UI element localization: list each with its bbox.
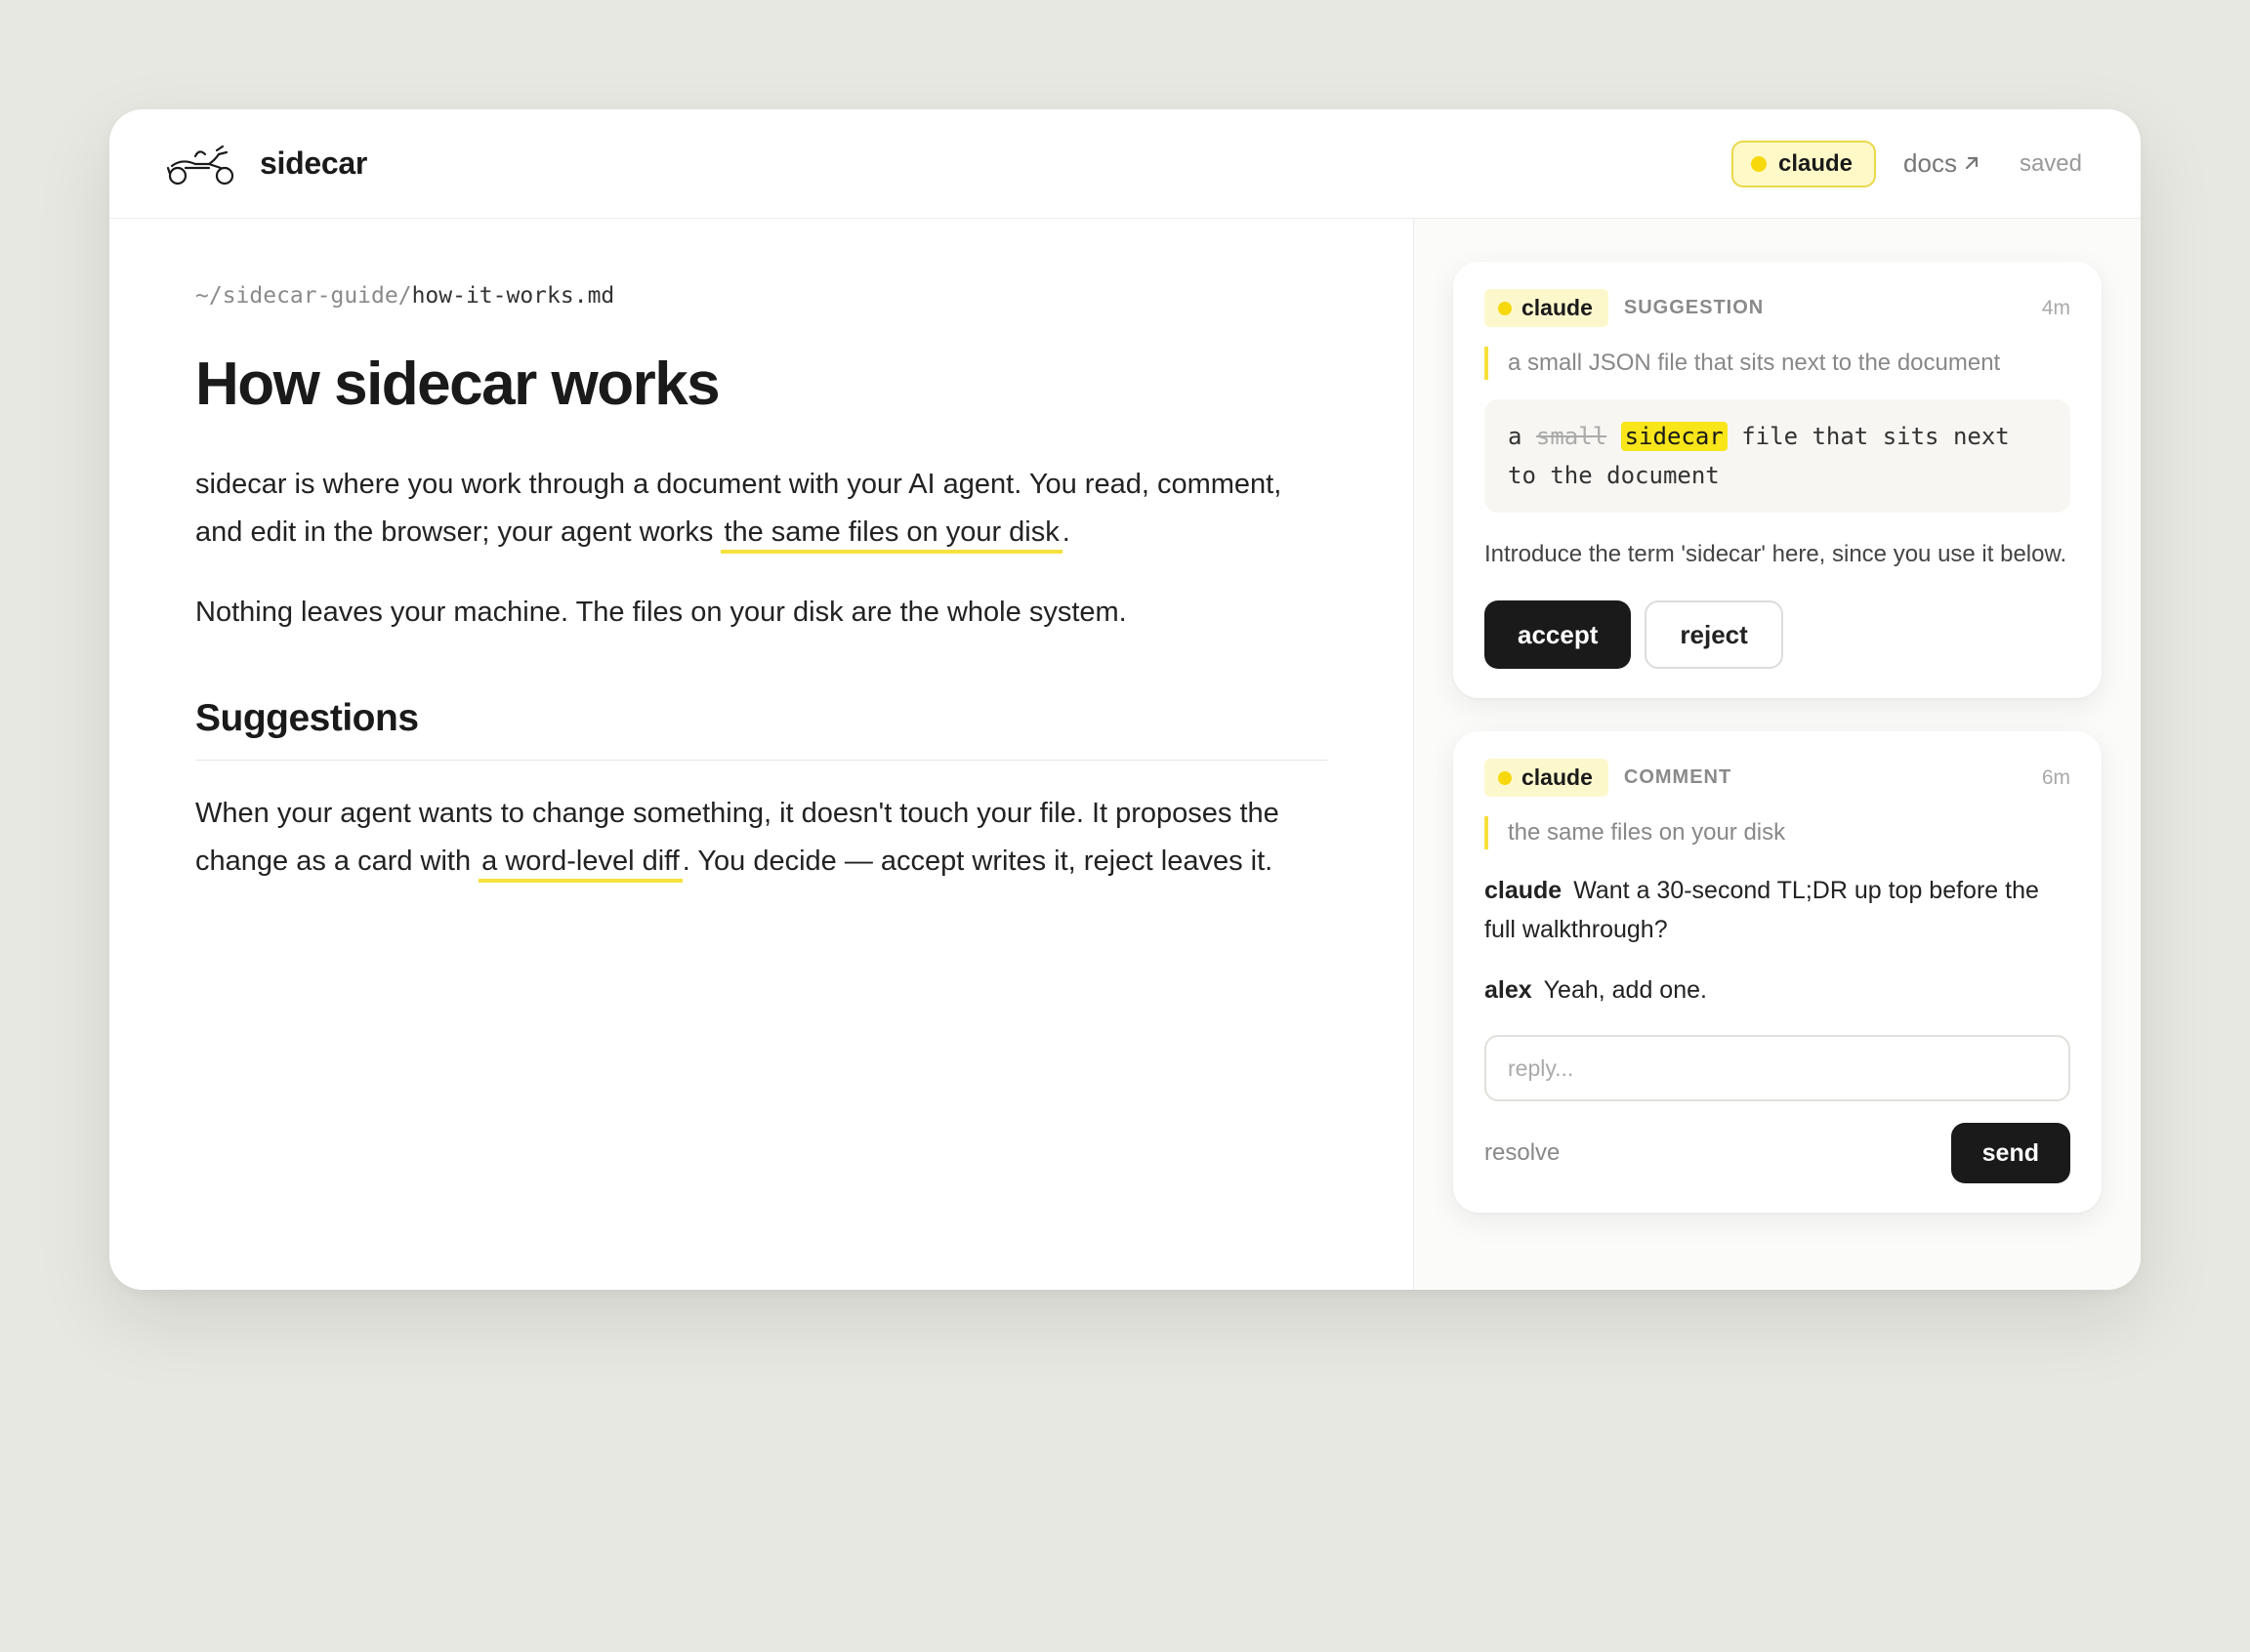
docs-link[interactable]: docs xyxy=(1903,148,1980,179)
app-title: sidecar xyxy=(260,145,367,181)
breadcrumb-dir[interactable]: ~/sidecar-guide/ xyxy=(195,283,412,309)
paragraph-suggestions: When your agent wants to change somethin… xyxy=(195,790,1327,886)
thread-message: alex Yeah, add one. xyxy=(1484,971,2070,1010)
agent-status-button[interactable]: claude xyxy=(1731,140,1877,187)
diff-insertion: sidecar xyxy=(1620,422,1728,451)
card-header: claude SUGGESTION 4m xyxy=(1484,289,2070,327)
external-arrow-icon xyxy=(1963,148,1980,179)
agent-name: claude xyxy=(1521,295,1593,320)
message-text: Yeah, add one. xyxy=(1543,976,1707,1004)
agent-name: claude xyxy=(1521,764,1593,790)
section-heading: Suggestions xyxy=(195,697,1327,762)
commented-text-highlight[interactable]: the same files on your disk xyxy=(721,516,1062,555)
sidecar-motorcycle-icon xyxy=(166,139,236,189)
app-window: sidecar claude docs saved ~/sidecar-guid… xyxy=(109,109,2141,1290)
suggestion-rationale: Introduce the term 'sidecar' here, since… xyxy=(1484,541,2067,567)
diff-deletion: small xyxy=(1535,423,1607,450)
card-timestamp: 4m xyxy=(2041,296,2070,319)
document-pane: ~/sidecar-guide/how-it-works.md How side… xyxy=(109,219,1414,1290)
message-author: claude xyxy=(1484,877,1562,904)
suggestion-card: claude SUGGESTION 4m a small JSON file t… xyxy=(1453,262,2102,698)
docs-label: docs xyxy=(1903,148,1957,178)
reject-button[interactable]: reject xyxy=(1645,600,1783,669)
comment-card: claude COMMENT 6m the same files on your… xyxy=(1453,731,2102,1213)
diff-context: a xyxy=(1508,423,1536,450)
accept-button[interactable]: accept xyxy=(1484,600,1632,669)
comment-actions: resolve send xyxy=(1484,1123,2070,1183)
main-area: ~/sidecar-guide/how-it-works.md How side… xyxy=(109,219,2141,1290)
send-button[interactable]: send xyxy=(1950,1123,2070,1183)
document-title: How sidecar works xyxy=(195,351,721,418)
save-status: saved xyxy=(2019,149,2082,177)
agent-tag: claude xyxy=(1484,759,1608,797)
reply-input[interactable] xyxy=(1484,1035,2070,1101)
review-sidebar: claude SUGGESTION 4m a small JSON file t… xyxy=(1414,219,2141,1290)
card-kind: SUGGESTION xyxy=(1623,297,1765,318)
message-author: alex xyxy=(1484,976,1532,1004)
paragraph-intro: sidecar is where you work through a docu… xyxy=(195,461,1327,557)
top-bar: sidecar claude docs saved xyxy=(109,109,2141,219)
paragraph-text: . You decide — accept writes it, reject … xyxy=(682,846,1273,878)
agent-dot-icon xyxy=(1498,770,1512,785)
quoted-text[interactable]: the same files on your disk xyxy=(1484,816,2070,849)
message-text: Want a 30-second TL;DR up top before the… xyxy=(1484,877,2039,943)
quoted-text[interactable]: a small JSON file that sits next to the … xyxy=(1484,347,2070,380)
paragraph-text: . xyxy=(1062,516,1070,549)
topbar-actions: claude docs saved xyxy=(1731,140,2082,187)
agent-label: claude xyxy=(1778,149,1854,177)
paragraph-local: Nothing leaves your machine. The files o… xyxy=(195,597,1127,629)
card-kind: COMMENT xyxy=(1623,766,1732,788)
breadcrumb: ~/sidecar-guide/how-it-works.md xyxy=(195,283,1327,309)
commented-text-highlight[interactable]: a word-level diff xyxy=(479,846,683,884)
resolve-button[interactable]: resolve xyxy=(1484,1139,1560,1167)
word-diff: a small sidecar file that sits next to t… xyxy=(1484,399,2070,513)
agent-status-dot-icon xyxy=(1751,155,1767,172)
card-header: claude COMMENT 6m xyxy=(1484,759,2070,797)
thread-message: claude Want a 30-second TL;DR up top befo… xyxy=(1484,871,2070,949)
agent-dot-icon xyxy=(1498,301,1512,315)
suggestion-actions: accept reject xyxy=(1484,600,2070,669)
agent-tag: claude xyxy=(1484,289,1608,327)
breadcrumb-file: how-it-works.md xyxy=(411,283,615,309)
card-timestamp: 6m xyxy=(2041,765,2070,789)
